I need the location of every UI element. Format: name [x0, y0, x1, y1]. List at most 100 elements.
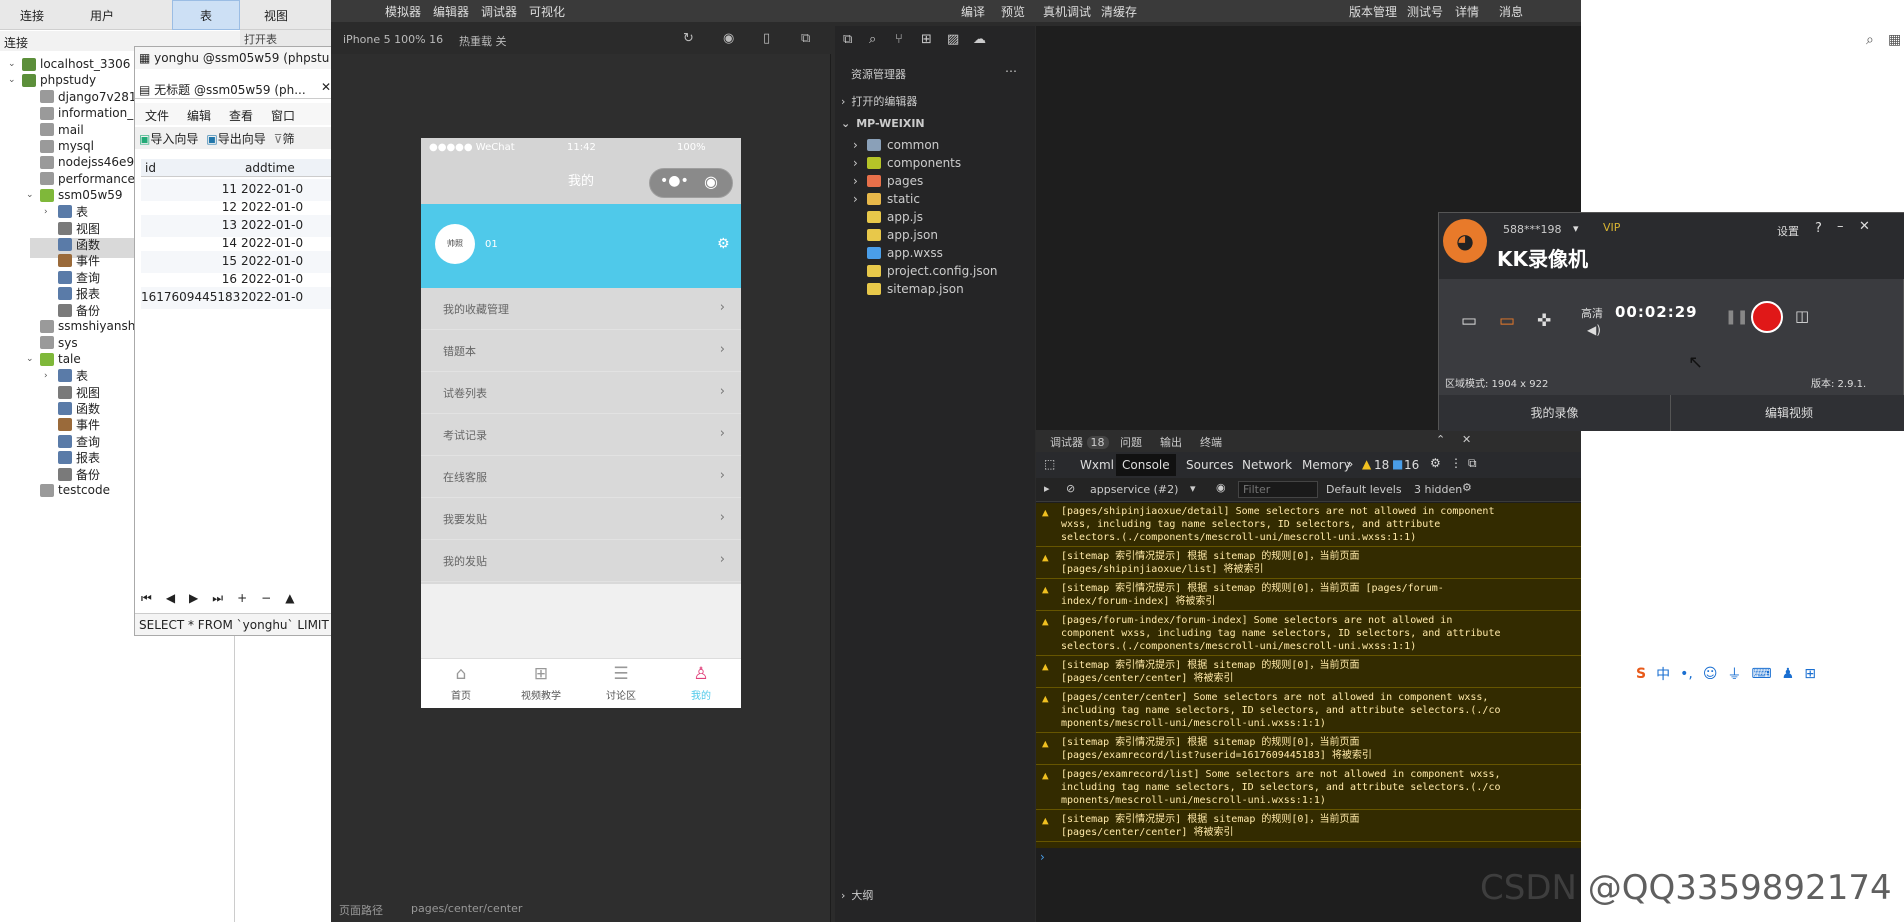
- dock-icon[interactable]: ⧉: [1468, 456, 1477, 471]
- project-section[interactable]: ⌄ MP-WEIXIN: [841, 112, 925, 134]
- clear-console-icon[interactable]: ⊘: [1066, 482, 1075, 495]
- profile-menu-item[interactable]: 错题本 ›: [421, 330, 741, 372]
- chevron-icon[interactable]: ⌄: [26, 354, 36, 364]
- game-mode-icon[interactable]: ✜: [1537, 311, 1551, 331]
- menu-debugger[interactable]: 调试器: [481, 3, 517, 20]
- volume-icon[interactable]: ◀): [1587, 323, 1601, 337]
- detach-icon[interactable]: ⧉: [801, 31, 810, 46]
- pause-icon[interactable]: ❚❚: [1725, 309, 1748, 325]
- tab-video[interactable]: ⊞ 视频教学: [501, 663, 581, 702]
- cloud-icon[interactable]: ☁: [973, 32, 986, 47]
- menu-connect[interactable]: 连接: [20, 7, 44, 24]
- more-icon[interactable]: ⋯: [1005, 64, 1017, 78]
- preview-button[interactable]: 预览: [1001, 3, 1025, 20]
- image-icon[interactable]: ▨: [947, 32, 959, 47]
- skin-icon[interactable]: ♟: [1782, 666, 1795, 682]
- cell-id[interactable]: 1617609445183: [141, 290, 240, 304]
- console-warning[interactable]: ▲ [sitemap 索引情况提示] 根据 sitemap 的规则[0]，当前页面…: [1036, 580, 1581, 611]
- tab-sources[interactable]: Sources: [1186, 458, 1233, 472]
- console-warning[interactable]: ▲ [sitemap 索引情况提示] 根据 sitemap 的规则[0]，当前页面…: [1036, 811, 1581, 842]
- real-device-debug-button[interactable]: 真机调试: [1043, 3, 1091, 20]
- prev-record-icon[interactable]: ◀: [166, 591, 175, 609]
- more-icon[interactable]: •●•: [660, 173, 689, 189]
- extensions-icon[interactable]: ⊞: [921, 32, 932, 47]
- menu-user[interactable]: 用户: [90, 7, 114, 24]
- filter-input[interactable]: [1238, 481, 1318, 498]
- console-warning[interactable]: ▲ [sitemap 索引情况提示] 根据 sitemap 的规则[0]，当前页面…: [1036, 657, 1581, 688]
- more-tabs-icon[interactable]: »: [1346, 457, 1353, 471]
- profile-menu-item[interactable]: 在线客服 ›: [421, 456, 741, 498]
- device-select[interactable]: iPhone 5 100% 16: [343, 33, 443, 46]
- cell-addtime[interactable]: 2022-01-0: [241, 272, 303, 286]
- search-icon[interactable]: ⌕: [869, 32, 876, 47]
- tab-debugger[interactable]: 调试器 18: [1050, 434, 1109, 450]
- emoji-icon[interactable]: ☺: [1703, 666, 1718, 682]
- close-icon[interactable]: ✕: [1859, 219, 1870, 234]
- cell-addtime[interactable]: 2022-01-0: [241, 200, 303, 214]
- screen-mode-icon[interactable]: ▭: [1461, 311, 1477, 331]
- kk-user[interactable]: 588***198: [1503, 223, 1562, 236]
- cell-addtime[interactable]: 2022-01-0: [241, 182, 303, 196]
- my-recordings-button[interactable]: 我的录像: [1439, 395, 1671, 431]
- cell-id[interactable]: 11: [141, 182, 237, 196]
- profile-menu-item[interactable]: 考试记录 ›: [421, 414, 741, 456]
- console-warning[interactable]: ▲ [pages/center/center] Some selectors ar…: [1036, 689, 1581, 733]
- chevron-icon[interactable]: ⌄: [8, 75, 18, 85]
- context-select[interactable]: appservice (#2): [1090, 483, 1178, 496]
- column-header-id[interactable]: id: [141, 159, 241, 177]
- edit-video-button[interactable]: 编辑视频: [1673, 395, 1904, 431]
- menu-simulator[interactable]: 模拟器: [385, 3, 421, 20]
- cell-addtime[interactable]: 2022-01-0: [241, 236, 303, 250]
- menu-file[interactable]: 文件: [145, 107, 169, 123]
- compile-button[interactable]: 编译: [961, 3, 985, 20]
- tab-forum[interactable]: ☰ 讨论区: [581, 663, 661, 702]
- console-warning[interactable]: ▲ [sitemap 索引情况提示] 根据 sitemap 的规则[0]，当前页面…: [1036, 734, 1581, 765]
- rotate-icon[interactable]: ↻: [683, 31, 694, 46]
- import-wizard-button[interactable]: ▣导入向导: [139, 130, 198, 146]
- profile-menu-item[interactable]: 我要发贴 ›: [421, 498, 741, 540]
- file-item[interactable]: sitemap.json: [853, 278, 964, 300]
- last-record-icon[interactable]: ⏭: [212, 591, 223, 609]
- cell-id[interactable]: 13: [141, 218, 237, 232]
- help-icon[interactable]: ?: [1815, 221, 1822, 236]
- punctuation-icon[interactable]: •,: [1680, 666, 1693, 682]
- delete-record-icon[interactable]: −: [261, 591, 271, 609]
- console-prompt-icon[interactable]: ›: [1040, 850, 1045, 864]
- add-record-icon[interactable]: +: [237, 591, 247, 609]
- region-mode-icon[interactable]: ▭: [1499, 311, 1515, 331]
- menu-table[interactable]: 表: [200, 7, 212, 24]
- next-record-icon[interactable]: ▶: [189, 591, 198, 609]
- layout-icon[interactable]: ▦: [1888, 32, 1901, 48]
- chevron-up-icon[interactable]: ⌃: [1436, 433, 1445, 446]
- search-icon[interactable]: ⌕: [1866, 32, 1874, 48]
- files-icon[interactable]: ⧉: [843, 32, 852, 47]
- minimize-icon[interactable]: –: [1837, 219, 1844, 234]
- record-stop-button[interactable]: [1751, 301, 1783, 333]
- tab-wxml[interactable]: Wxml: [1080, 458, 1114, 472]
- test-account-button[interactable]: 测试号: [1407, 3, 1443, 20]
- tab-console[interactable]: Console: [1116, 454, 1176, 476]
- details-button[interactable]: 详情: [1455, 3, 1479, 20]
- hot-reload-toggle[interactable]: 热重载 关: [459, 33, 507, 49]
- branch-icon[interactable]: ⑂: [895, 32, 903, 47]
- clear-cache-button[interactable]: 清缓存: [1101, 3, 1137, 20]
- chevron-icon[interactable]: ⌄: [26, 190, 36, 200]
- outline-section[interactable]: › 大纲: [841, 884, 873, 906]
- result-grid[interactable]: id addtime 11 2022-01-0 12 2022-01-0 13 2022-…: [141, 159, 335, 609]
- console-warning[interactable]: ▲ [sitemap 索引情况提示] 根据 sitemap 的规则[0]，当前页面…: [1036, 548, 1581, 579]
- chevron-icon[interactable]: ›: [44, 207, 54, 217]
- phone-screen[interactable]: ●●●●● WeChat 11:42 100% 我的 •●• ◉ 帅照 01 ⚙…: [421, 138, 741, 708]
- chevron-icon[interactable]: ⌄: [8, 59, 18, 69]
- cell-id[interactable]: 14: [141, 236, 237, 250]
- apply-icon[interactable]: ▲: [285, 591, 294, 609]
- camera-icon[interactable]: ◫: [1795, 307, 1809, 325]
- cell-addtime[interactable]: 2022-01-0: [241, 218, 303, 232]
- sidebar-toggle-icon[interactable]: ▸: [1044, 482, 1050, 495]
- console-output[interactable]: ▲ [pages/shipinjiaoxue/detail] Some selec…: [1036, 503, 1581, 848]
- profile-menu-item[interactable]: 我的收藏管理 ›: [421, 288, 741, 330]
- tab-mine[interactable]: ♙ 我的: [661, 663, 741, 702]
- tab-network[interactable]: Network: [1242, 458, 1292, 472]
- menu-view[interactable]: 视图: [264, 7, 288, 24]
- cell-addtime[interactable]: 2022-01-0: [241, 290, 303, 304]
- phone-icon[interactable]: ▯: [763, 31, 770, 46]
